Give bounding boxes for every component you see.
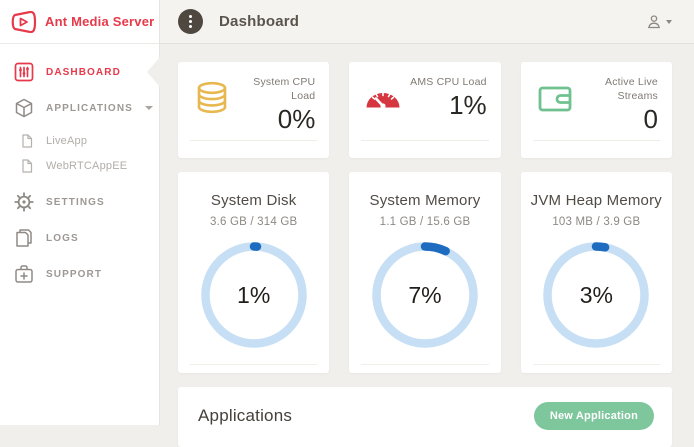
- main-content: System CPU Load 0% AMS CPU Load 1%: [160, 44, 694, 425]
- file-icon: [20, 134, 34, 148]
- stat-label: Active Live Streams: [575, 75, 658, 103]
- kebab-dot: [189, 20, 192, 23]
- active-item-arrow: [147, 57, 160, 87]
- kebab-menu-button[interactable]: [178, 9, 203, 34]
- card-divider: [533, 364, 660, 365]
- kebab-dot: [189, 25, 192, 28]
- user-menu-button[interactable]: [646, 14, 672, 30]
- gauge-percent-label: 7%: [372, 242, 478, 348]
- gauge-title: System Memory: [349, 192, 500, 209]
- donut-gauge: 3%: [543, 242, 649, 348]
- wallet-icon: [535, 79, 575, 119]
- stat-value: 0: [575, 104, 658, 135]
- sidebar-item-label: SETTINGS: [46, 197, 105, 208]
- stat-card-active-streams: Active Live Streams 0: [521, 62, 672, 158]
- card-divider: [361, 140, 488, 141]
- card-divider: [361, 364, 488, 365]
- applications-section: Applications New Application: [178, 387, 672, 447]
- applications-submenu: LiveApp WebRTCAppEE: [0, 126, 159, 184]
- gear-icon: [14, 192, 34, 212]
- gauge-card-system-disk: System Disk 3.6 GB / 314 GB 1%: [178, 172, 329, 373]
- gauge-card-jvm-heap: JVM Heap Memory 103 MB / 3.9 GB 3%: [521, 172, 672, 373]
- sidebar-item-webrtcappee[interactable]: WebRTCAppEE: [0, 153, 159, 178]
- stat-label: AMS CPU Load: [410, 75, 487, 89]
- card-divider: [190, 364, 317, 365]
- sidebar-item-label: SUPPORT: [46, 269, 102, 280]
- gauge-subtitle: 1.1 GB / 15.6 GB: [349, 216, 500, 228]
- sidebar-item-label: DASHBOARD: [46, 67, 121, 78]
- sidebar-item-applications[interactable]: APPLICATIONS: [0, 90, 159, 126]
- ant-media-logo-icon: [10, 11, 37, 33]
- new-application-button[interactable]: New Application: [534, 402, 654, 430]
- applications-heading: Applications: [198, 406, 292, 426]
- gauges-row: System Disk 3.6 GB / 314 GB 1% System Me…: [178, 172, 672, 373]
- stats-row: System CPU Load 0% AMS CPU Load 1%: [178, 62, 672, 158]
- stat-label: System CPU Load: [232, 75, 315, 103]
- card-divider: [533, 140, 660, 141]
- sidebar-item-settings[interactable]: SETTINGS: [0, 184, 159, 220]
- gauge-percent-label: 1%: [201, 242, 307, 348]
- gauge-subtitle: 103 MB / 3.9 GB: [521, 216, 672, 228]
- sidebar-item-logs[interactable]: LOGS: [0, 220, 159, 256]
- sidebar-menu: DASHBOARD APPLICATIONS LiveApp: [0, 44, 159, 292]
- gauge-card-system-memory: System Memory 1.1 GB / 15.6 GB 7%: [349, 172, 500, 373]
- donut-gauge: 1%: [201, 242, 307, 348]
- stat-card-ams-cpu: AMS CPU Load 1%: [349, 62, 500, 158]
- chevron-down-icon: [666, 20, 672, 24]
- database-icon: [192, 79, 232, 119]
- gauge-title: System Disk: [178, 192, 329, 209]
- stat-value: 1%: [410, 90, 487, 121]
- user-icon: [646, 14, 662, 30]
- chevron-down-icon: [145, 106, 153, 110]
- gauge-percent-label: 3%: [543, 242, 649, 348]
- brand-logo[interactable]: Ant Media Server: [0, 0, 159, 44]
- sidebar-item-label: LiveApp: [46, 135, 87, 147]
- brand-name: Ant Media Server: [45, 14, 154, 29]
- stat-card-system-cpu: System CPU Load 0%: [178, 62, 329, 158]
- sidebar-item-dashboard[interactable]: DASHBOARD: [0, 54, 159, 90]
- stat-value: 0%: [232, 104, 315, 135]
- dashboard-sliders-icon: [14, 62, 34, 82]
- support-kit-icon: [14, 264, 34, 284]
- card-divider: [190, 140, 317, 141]
- gauge-subtitle: 3.6 GB / 314 GB: [178, 216, 329, 228]
- sidebar-item-label: WebRTCAppEE: [46, 160, 127, 172]
- sidebar-item-liveapp[interactable]: LiveApp: [0, 128, 159, 153]
- sidebar-item-label: LOGS: [46, 233, 79, 244]
- page-title: Dashboard: [219, 13, 299, 30]
- donut-gauge: 7%: [372, 242, 478, 348]
- topbar: Dashboard: [160, 0, 694, 44]
- gauge-title: JVM Heap Memory: [521, 192, 672, 209]
- gauge-icon: [363, 79, 403, 119]
- kebab-dot: [189, 15, 192, 18]
- sidebar: Ant Media Server DASHBOARD APPLICATIONS: [0, 0, 160, 425]
- sidebar-item-label: APPLICATIONS: [46, 103, 133, 114]
- sidebar-item-support[interactable]: SUPPORT: [0, 256, 159, 292]
- file-icon: [20, 159, 34, 173]
- logs-pages-icon: [14, 228, 34, 248]
- applications-cube-icon: [14, 98, 34, 118]
